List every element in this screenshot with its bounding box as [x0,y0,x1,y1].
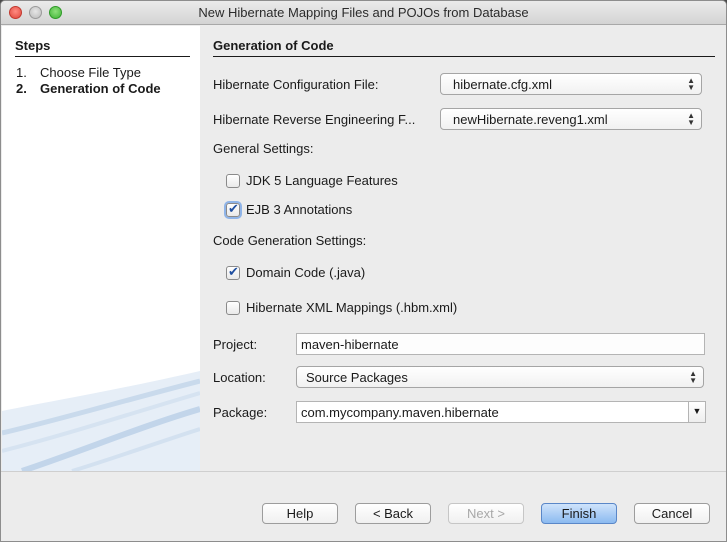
up-down-arrows-icon: ▲ ▼ [689,369,697,385]
package-value[interactable]: com.mycompany.maven.hibernate [301,405,499,420]
netbeans-swoosh-graphic [2,371,200,471]
cancel-button[interactable]: Cancel [634,503,710,524]
reveng-file-select[interactable]: newHibernate.reveng1.xml ▲ ▼ [440,108,702,130]
ejb3-checkbox[interactable] [226,201,240,217]
step-item-choose-file-type: 1. Choose File Type [16,65,141,80]
general-settings-label: General Settings: [213,141,314,156]
window-title: New Hibernate Mapping Files and POJOs fr… [198,5,529,20]
section-heading: Generation of Code [213,38,715,57]
location-select[interactable]: Source Packages ▲ ▼ [296,366,704,388]
step-number: 1. [16,65,27,80]
config-file-label: Hibernate Configuration File: [213,77,379,92]
wizard-window: New Hibernate Mapping Files and POJOs fr… [0,0,727,542]
jdk5-checkbox[interactable] [226,173,240,188]
location-value: Source Packages [306,370,408,385]
reveng-file-value: newHibernate.reveng1.xml [453,112,608,127]
project-label: Project: [213,337,258,352]
domain-code-checkbox[interactable] [226,264,240,280]
xml-mappings-checkbox-label: Hibernate XML Mappings (.hbm.xml) [246,300,458,315]
up-down-arrows-icon: ▲ ▼ [687,76,695,92]
location-label: Location: [213,370,266,385]
next-button[interactable]: Next > [448,503,524,524]
xml-mappings-checkbox[interactable] [226,300,240,315]
back-button[interactable]: < Back [355,503,431,524]
step-label: Choose File Type [40,65,141,80]
help-button[interactable]: Help [262,503,338,524]
title-bar: New Hibernate Mapping Files and POJOs fr… [1,1,726,25]
steps-heading: Steps [15,38,190,57]
config-file-select[interactable]: hibernate.cfg.xml ▲ ▼ [440,73,702,95]
domain-code-checkbox-row[interactable]: Domain Code (.java) [226,264,366,280]
ejb3-checkbox-label: EJB 3 Annotations [246,202,353,217]
domain-code-checkbox-label: Domain Code (.java) [246,265,366,280]
package-label: Package: [213,405,268,420]
finish-button[interactable]: Finish [541,503,617,524]
button-bar: Help < Back Next > Finish Cancel [1,471,726,541]
codegen-settings-label: Code Generation Settings: [213,233,367,248]
reveng-file-label: Hibernate Reverse Engineering F... [213,112,416,127]
step-label: Generation of Code [40,81,161,96]
content-pane: Generation of Code Hibernate Configurati… [200,26,726,471]
up-down-arrows-icon: ▲ ▼ [687,111,695,127]
config-file-value: hibernate.cfg.xml [453,77,552,92]
package-combo[interactable]: com.mycompany.maven.hibernate ▼ [296,401,706,423]
jdk5-checkbox-row[interactable]: JDK 5 Language Features [226,173,398,188]
jdk5-checkbox-label: JDK 5 Language Features [246,173,398,188]
xml-mappings-checkbox-row[interactable]: Hibernate XML Mappings (.hbm.xml) [226,300,457,315]
step-number: 2. [16,81,27,96]
step-item-generation-of-code: 2. Generation of Code [16,81,161,96]
steps-pane: Steps 1. Choose File Type 2. Generation of… [2,26,200,471]
ejb3-checkbox-row[interactable]: EJB 3 Annotations [226,201,353,217]
project-field[interactable]: maven-hibernate [296,333,705,355]
chevron-down-icon[interactable]: ▼ [688,402,705,422]
